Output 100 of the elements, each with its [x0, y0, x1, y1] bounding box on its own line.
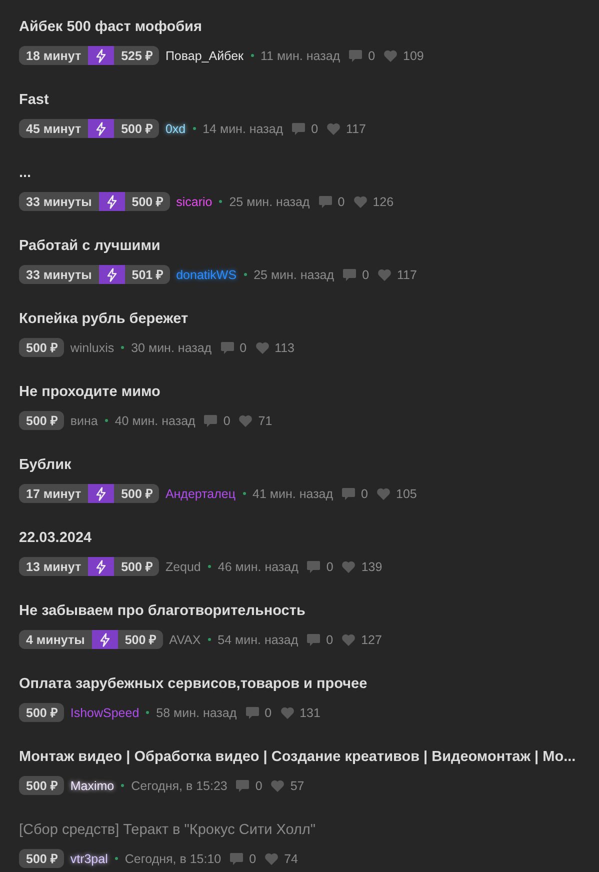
author-name[interactable]: winluxis	[70, 340, 114, 354]
like-count: 117	[397, 268, 417, 282]
comment-count: 0	[255, 778, 262, 792]
heart-icon	[327, 122, 340, 134]
author-name[interactable]: AVAX	[169, 632, 201, 646]
separator-dot	[219, 200, 222, 203]
author-name[interactable]: Maximo	[70, 778, 114, 792]
heart-icon	[354, 196, 367, 208]
comment-icon	[230, 852, 244, 864]
post-time: 40 мин. назад	[114, 414, 196, 428]
comment-count: 0	[311, 122, 318, 136]
lightning-icon	[95, 122, 108, 136]
lightning-icon	[95, 560, 108, 574]
like-count: 113	[274, 340, 294, 354]
author-name[interactable]: Андерталец	[165, 486, 236, 500]
separator-dot	[244, 273, 247, 276]
price-badge: 500 ₽	[19, 776, 64, 795]
post-time: 25 мин. назад	[229, 194, 310, 208]
like-count: 127	[361, 632, 382, 646]
lightning-icon	[95, 486, 108, 500]
author-name[interactable]: Повар_Айбек	[165, 48, 244, 62]
separator-dot	[114, 857, 118, 860]
post-time: 14 мин. назад	[202, 122, 284, 136]
comment-icon	[318, 196, 332, 208]
author-name[interactable]: Zequd	[165, 560, 201, 574]
comment-count: 0	[361, 486, 368, 500]
comment-count: 0	[338, 194, 345, 208]
thread-title[interactable]: Не забываем про благотворительность	[19, 601, 306, 621]
post-time: 46 мин. назад	[218, 560, 298, 574]
like-count: 117	[346, 122, 366, 136]
comment-icon	[220, 342, 234, 354]
comment-count: 0	[326, 632, 334, 646]
price-badge: 33 минуты 500 ₽	[19, 192, 170, 211]
comment-icon	[307, 634, 320, 646]
like-count: 57	[290, 778, 304, 792]
thread-title[interactable]: Оплата зарубежных сервисов,товаров и прочее	[19, 674, 368, 694]
thread-title[interactable]: [Сбор средств] Теракт в "Крокус Сити Холл"	[19, 820, 316, 840]
price-badge: 500 ₽	[19, 411, 64, 430]
heart-icon	[265, 852, 278, 864]
post-time: 41 мин. назад	[252, 486, 334, 500]
separator-dot	[121, 784, 124, 787]
post-time: 25 мин. назад	[254, 268, 334, 282]
price-badge: 500 ₽	[19, 338, 64, 357]
like-count: 109	[403, 48, 424, 62]
price-badge: 4 минуты 500 ₽	[19, 630, 164, 649]
comment-count: 0	[326, 560, 334, 574]
lightning-icon	[95, 48, 108, 62]
heart-icon	[256, 342, 269, 354]
comment-count: 0	[223, 414, 230, 428]
thread-title[interactable]: Работай с лучшими	[19, 236, 160, 256]
author-name[interactable]: вина	[70, 414, 98, 428]
separator-dot	[192, 127, 196, 130]
separator-dot	[146, 711, 150, 714]
lightning-icon	[98, 632, 111, 646]
comment-count: 0	[240, 340, 247, 354]
lightning-icon	[106, 268, 118, 282]
author-name[interactable]: donatikWS	[176, 268, 237, 282]
thread-title[interactable]: Айбек 500 фаст мофобия	[19, 17, 202, 37]
separator-dot	[121, 346, 124, 349]
comment-count: 0	[362, 268, 370, 282]
thread-title[interactable]: Fast	[19, 90, 49, 110]
price-badge: 500 ₽	[19, 849, 64, 868]
comment-icon	[292, 122, 306, 134]
post-time: Сегодня, в 15:10	[124, 852, 222, 866]
comment-icon	[307, 560, 320, 572]
heart-icon	[280, 706, 294, 718]
thread-title[interactable]: Бублик	[19, 455, 72, 475]
separator-dot	[250, 54, 254, 57]
like-count: 105	[396, 486, 417, 500]
price-badge: 45 минут 500 ₽	[19, 119, 160, 138]
price-badge: 17 минут 500 ₽	[19, 484, 160, 503]
heart-icon	[342, 560, 356, 572]
heart-icon	[384, 50, 398, 62]
comment-icon	[204, 414, 218, 426]
post-time: 11 мин. назад	[260, 48, 340, 62]
comment-count: 0	[368, 48, 376, 62]
thread-title[interactable]: 22.03.2024	[19, 528, 92, 548]
thread-title[interactable]: Копейка рубль бережет	[19, 309, 188, 329]
separator-dot	[104, 419, 108, 422]
author-name[interactable]: IshowSpeed	[70, 706, 140, 720]
heart-icon	[378, 268, 392, 280]
comment-count: 0	[249, 852, 256, 866]
comment-icon	[342, 488, 356, 500]
thread-title[interactable]: Не проходите мимо	[19, 382, 160, 402]
thread-title[interactable]: Монтаж видео | Обработка видео | Создание креативов | Видеомонтаж | Мо...	[19, 747, 576, 767]
heart-icon	[342, 634, 356, 646]
thread-title[interactable]: ...	[19, 163, 32, 183]
like-count: 139	[361, 560, 382, 574]
like-count: 126	[372, 194, 394, 208]
author-name[interactable]: vtr3pal	[70, 852, 108, 866]
comment-icon	[246, 706, 259, 718]
like-count: 131	[300, 706, 320, 720]
like-count: 74	[284, 852, 298, 866]
heart-icon	[271, 780, 284, 792]
separator-dot	[208, 638, 211, 641]
price-badge: 500 ₽	[19, 703, 64, 722]
comment-count: 0	[264, 706, 272, 720]
author-name[interactable]: 0xd	[165, 122, 186, 136]
price-badge: 33 минуты 501 ₽	[19, 265, 170, 284]
author-name[interactable]: sicario	[176, 194, 212, 208]
